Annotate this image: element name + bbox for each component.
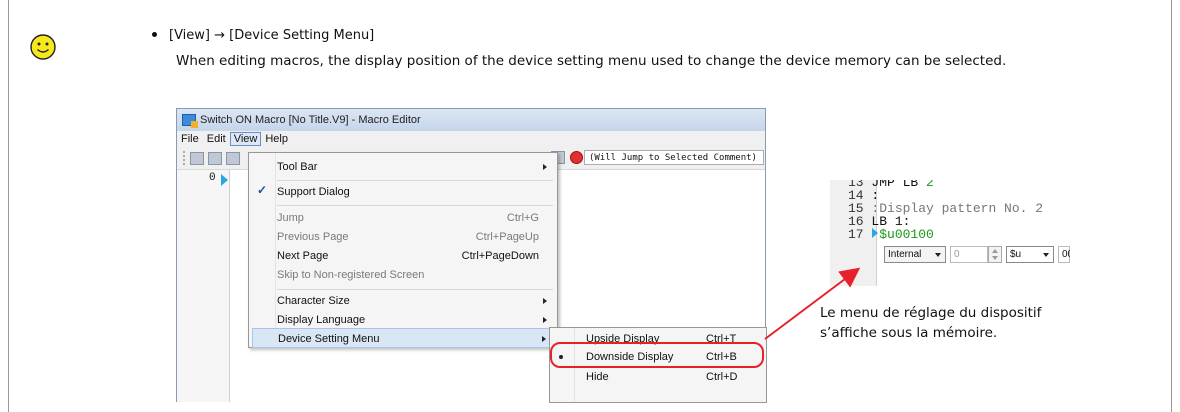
pointer-arrow: [764, 267, 861, 340]
